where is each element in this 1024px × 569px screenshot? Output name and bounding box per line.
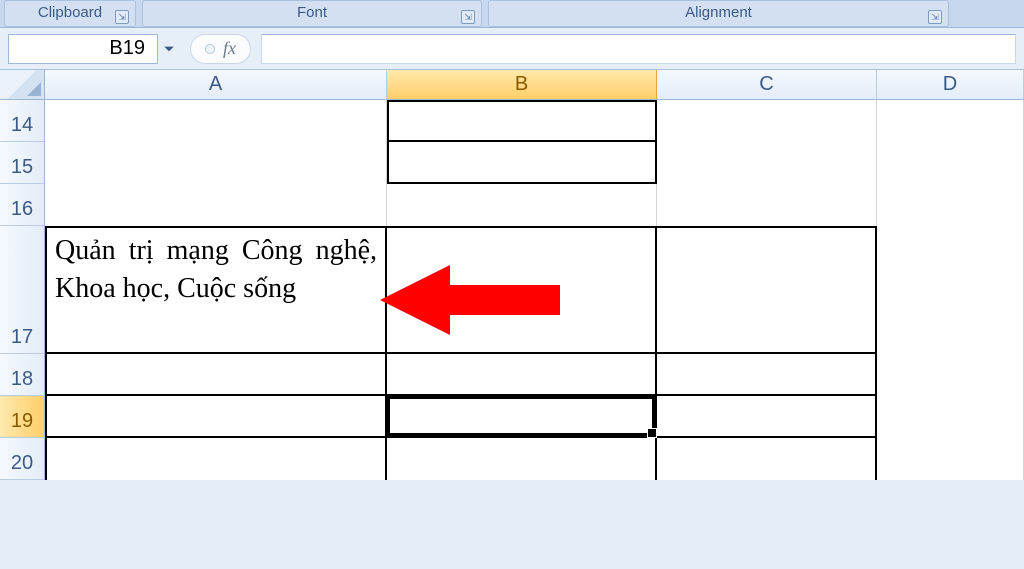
grid-row: 18 — [0, 354, 1024, 396]
grid-row: 19 — [0, 396, 1024, 438]
cell-B20[interactable] — [387, 438, 657, 480]
cell-D16[interactable] — [877, 184, 1024, 226]
cell-D20[interactable] — [877, 438, 1024, 480]
cell-C17[interactable] — [657, 226, 877, 354]
grid-rows: 14 15 16 17 Quản trị mạng Công nghệ, Kho… — [0, 100, 1024, 480]
cell-B16[interactable] — [387, 184, 657, 226]
ribbon-group-label: Font — [297, 4, 327, 21]
row-header-14[interactable]: 14 — [0, 100, 45, 142]
cell-D14[interactable] — [877, 100, 1024, 142]
cell-A17[interactable]: Quản trị mạng Công nghệ, Khoa học, Cuộc … — [45, 226, 387, 354]
grid-row: 20 — [0, 438, 1024, 480]
cancel-dot-icon — [205, 44, 215, 54]
cell-D17[interactable] — [877, 226, 1024, 354]
cell-text: Quản trị mạng Công nghệ, Khoa học, Cuộc … — [55, 232, 377, 308]
cell-C19[interactable] — [657, 396, 877, 438]
dialog-launcher-icon[interactable]: ⇲ — [928, 10, 942, 24]
cell-D18[interactable] — [877, 354, 1024, 396]
column-header-D[interactable]: D — [877, 70, 1024, 99]
cell-D19[interactable] — [877, 396, 1024, 438]
ribbon-group-clipboard[interactable]: Clipboard ⇲ — [4, 0, 136, 27]
name-box-dropdown[interactable] — [158, 34, 180, 64]
name-box[interactable] — [8, 34, 158, 64]
ribbon-group-label: Alignment — [685, 4, 752, 21]
dialog-launcher-icon[interactable]: ⇲ — [461, 10, 475, 24]
dialog-launcher-icon[interactable]: ⇲ — [115, 10, 129, 24]
spreadsheet-grid[interactable]: A B C D 14 15 16 17 — [0, 70, 1024, 480]
ribbon-groups-row: Clipboard ⇲ Font ⇲ Alignment ⇲ — [0, 0, 1024, 28]
row-header-18[interactable]: 18 — [0, 354, 45, 396]
ribbon-group-font[interactable]: Font ⇲ — [142, 0, 482, 27]
chevron-down-icon — [163, 43, 175, 55]
grid-row: 15 — [0, 142, 1024, 184]
cell-A18[interactable] — [45, 354, 387, 396]
grid-row: 17 Quản trị mạng Công nghệ, Khoa học, Cu… — [0, 226, 1024, 354]
row-header-17[interactable]: 17 — [0, 226, 45, 354]
cell-C20[interactable] — [657, 438, 877, 480]
ribbon-group-alignment[interactable]: Alignment ⇲ — [488, 0, 949, 27]
cell-B17[interactable] — [387, 226, 657, 354]
cell-A19[interactable] — [45, 396, 387, 438]
cell-C14[interactable] — [657, 100, 877, 142]
row-header-16[interactable]: 16 — [0, 184, 45, 226]
select-all-corner[interactable] — [0, 70, 45, 99]
formula-bar-input[interactable] — [261, 34, 1016, 64]
name-box-wrap — [8, 34, 180, 64]
cell-A15[interactable] — [45, 142, 387, 184]
column-header-B[interactable]: B — [387, 70, 657, 99]
row-header-15[interactable]: 15 — [0, 142, 45, 184]
ribbon-group-label: Clipboard — [38, 4, 102, 21]
column-headers: A B C D — [0, 70, 1024, 100]
cell-B14[interactable] — [387, 100, 657, 142]
column-header-A[interactable]: A — [45, 70, 387, 99]
cell-C16[interactable] — [657, 184, 877, 226]
cell-C15[interactable] — [657, 142, 877, 184]
formula-bar-row: fx — [0, 28, 1024, 70]
insert-function-button[interactable]: fx — [190, 34, 251, 64]
grid-row: 14 — [0, 100, 1024, 142]
cell-B19[interactable] — [387, 396, 657, 438]
grid-row: 16 — [0, 184, 1024, 226]
cell-C18[interactable] — [657, 354, 877, 396]
row-header-19[interactable]: 19 — [0, 396, 45, 438]
cell-A14[interactable] — [45, 100, 387, 142]
column-header-C[interactable]: C — [657, 70, 877, 99]
row-header-20[interactable]: 20 — [0, 438, 45, 480]
cell-B15[interactable] — [387, 142, 657, 184]
cell-A16[interactable] — [45, 184, 387, 226]
cell-A20[interactable] — [45, 438, 387, 480]
cell-B18[interactable] — [387, 354, 657, 396]
fx-icon: fx — [223, 38, 236, 59]
cell-D15[interactable] — [877, 142, 1024, 184]
